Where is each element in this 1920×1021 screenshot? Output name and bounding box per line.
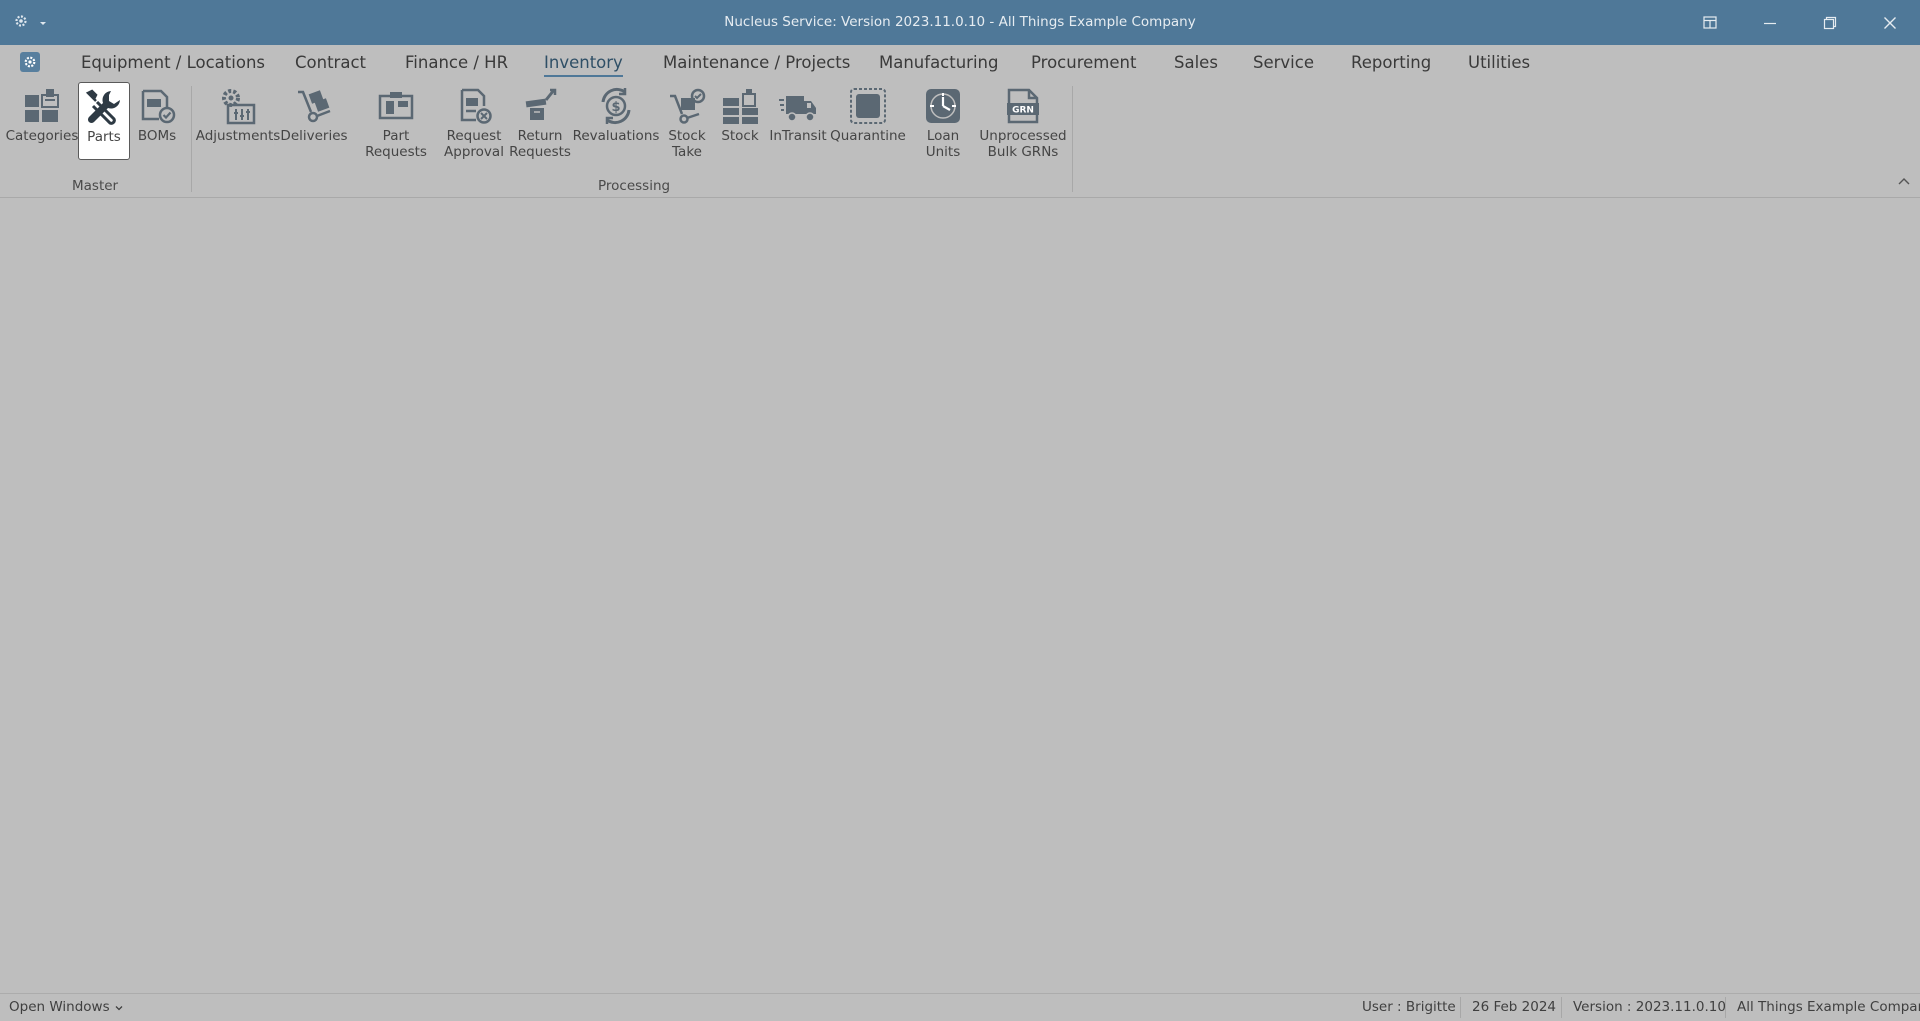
wrench-icon (82, 85, 126, 129)
restore-icon (1823, 16, 1837, 29)
loan-units-button[interactable]: Loan Units (908, 82, 978, 160)
workspace (0, 198, 1920, 993)
restore-button[interactable] (1800, 0, 1860, 45)
open-windows-label: Open Windows (9, 999, 110, 1015)
revaluations-label: Revaluations (572, 128, 660, 144)
processing-group-label: Processing (598, 178, 671, 194)
boms-button[interactable]: BOMs (132, 82, 182, 160)
app-menu-button[interactable] (20, 52, 40, 72)
adjustments-icon (216, 84, 260, 128)
menu-tabs: Equipment / Locations Contract Finance /… (0, 45, 1920, 82)
ribbon: Categories Parts BOMs Master Adjustments… (0, 82, 1920, 198)
status-bar: Open Windows User : Brigitte 26 Feb 2024… (0, 993, 1920, 1021)
close-icon (1884, 16, 1896, 29)
return-requests-label: Return Requests (509, 128, 571, 160)
tab-manufacturing[interactable]: Manufacturing (879, 53, 998, 72)
window-title: Nucleus Service: Version 2023.11.0.10 - … (724, 14, 1196, 30)
tab-maintenance-projects[interactable]: Maintenance / Projects (663, 53, 850, 72)
close-button[interactable] (1860, 0, 1920, 45)
tab-service[interactable]: Service (1253, 53, 1314, 72)
status-separator (1460, 997, 1461, 1018)
grn-icon: GRN (1001, 84, 1045, 128)
chevron-up-icon (1898, 178, 1910, 185)
window-controls (1680, 0, 1920, 45)
request-approval-icon (452, 84, 496, 128)
unprocessed-bulk-grns-button[interactable]: GRN Unprocessed Bulk GRNs (979, 82, 1067, 160)
chevron-down-icon (115, 1005, 123, 1010)
layout-icon (1703, 16, 1717, 29)
request-approval-label: Request Approval (444, 128, 504, 160)
group-separator (191, 86, 192, 192)
clock-icon (921, 84, 965, 128)
title-bar: Nucleus Service: Version 2023.11.0.10 - … (0, 0, 1920, 45)
part-requests-label: Part Requests (365, 128, 427, 160)
tab-finance-hr[interactable]: Finance / HR (405, 53, 508, 72)
stock-label: Stock (721, 128, 759, 144)
unprocessed-bulk-grns-line2: Bulk GRNs (987, 144, 1059, 160)
gear-icon (24, 56, 36, 68)
return-requests-line2: Requests (509, 144, 571, 160)
adjustments-button[interactable]: Adjustments (195, 82, 281, 160)
minimize-icon (1764, 22, 1776, 24)
categories-label: Categories (5, 128, 79, 144)
layout-button[interactable] (1680, 0, 1740, 45)
stock-take-icon (665, 84, 709, 128)
collapse-ribbon-button[interactable] (1896, 174, 1912, 190)
adjustments-label: Adjustments (195, 128, 281, 144)
stock-take-label: Stock Take (668, 128, 705, 160)
status-date: 26 Feb 2024 (1472, 999, 1557, 1015)
stock-take-line1: Stock (668, 128, 706, 144)
status-separator (1725, 997, 1726, 1018)
part-requests-icon (374, 84, 418, 128)
stock-take-button[interactable]: Stock Take (662, 82, 712, 160)
stock-take-line2: Take (672, 144, 702, 160)
categories-icon (20, 84, 64, 128)
tab-procurement[interactable]: Procurement (1031, 53, 1136, 72)
return-requests-icon (518, 84, 562, 128)
revaluations-button[interactable]: $ Revaluations (572, 82, 660, 160)
status-version: Version : 2023.11.0.10 (1573, 999, 1726, 1015)
request-approval-button[interactable]: Request Approval (444, 82, 504, 160)
stock-button[interactable]: Stock (716, 82, 764, 160)
parts-label: Parts (87, 129, 121, 145)
parts-button[interactable]: Parts (78, 82, 130, 160)
quarantine-button[interactable]: Quarantine (830, 82, 906, 160)
boms-label: BOMs (137, 128, 177, 144)
deliveries-icon (292, 84, 336, 128)
intransit-button[interactable]: InTransit (766, 82, 830, 160)
quarantine-label: Quarantine (830, 128, 906, 144)
request-approval-line1: Request (446, 128, 502, 144)
truck-icon (776, 84, 820, 128)
master-group-label: Master (72, 178, 119, 194)
part-requests-button[interactable]: Part Requests (350, 82, 442, 160)
tab-inventory[interactable]: Inventory (544, 53, 623, 77)
svg-text:$: $ (611, 100, 620, 115)
status-user: User : Brigitte (1362, 999, 1456, 1015)
deliveries-button[interactable]: Deliveries (280, 82, 348, 160)
tab-equipment-locations[interactable]: Equipment / Locations (81, 53, 265, 72)
stock-icon (718, 84, 762, 128)
intransit-label: InTransit (769, 128, 827, 144)
open-windows-dropdown[interactable]: Open Windows (9, 994, 124, 1021)
grn-icon-text: GRN (1012, 106, 1034, 116)
status-company: All Things Example Company (1737, 999, 1920, 1015)
return-requests-button[interactable]: Return Requests (508, 82, 572, 160)
unprocessed-bulk-grns-label: Unprocessed Bulk GRNs (979, 128, 1066, 160)
minimize-button[interactable] (1740, 0, 1800, 45)
request-approval-line2: Approval (444, 144, 504, 160)
status-separator (1561, 997, 1562, 1018)
categories-button[interactable]: Categories (6, 82, 78, 160)
deliveries-label: Deliveries (280, 128, 348, 144)
tab-sales[interactable]: Sales (1174, 53, 1218, 72)
tab-contract[interactable]: Contract (295, 53, 366, 72)
quarantine-icon (846, 84, 890, 128)
boms-icon (135, 84, 179, 128)
return-requests-line1: Return (517, 128, 563, 144)
unprocessed-bulk-grns-line1: Unprocessed (979, 128, 1067, 144)
loan-units-label: Loan Units (925, 128, 961, 160)
tab-utilities[interactable]: Utilities (1468, 53, 1530, 72)
revaluations-icon: $ (594, 84, 638, 128)
tab-reporting[interactable]: Reporting (1351, 53, 1431, 72)
group-separator (1072, 86, 1073, 192)
